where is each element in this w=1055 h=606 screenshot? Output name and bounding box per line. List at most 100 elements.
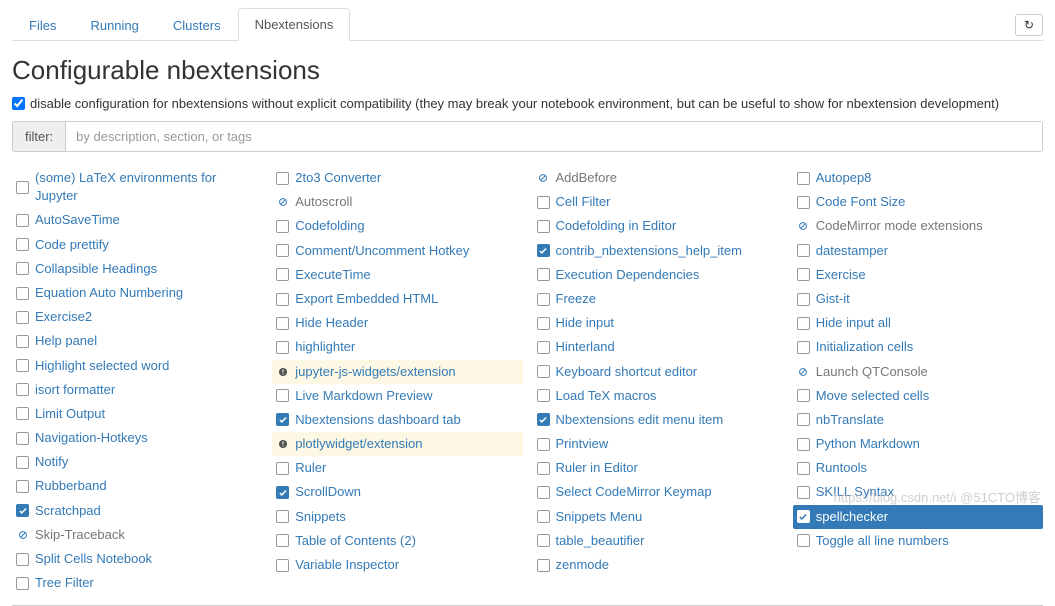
extension-item[interactable]: Hinterland bbox=[533, 335, 783, 359]
extension-item[interactable]: highlighter bbox=[272, 335, 522, 359]
extension-item[interactable]: Runtools bbox=[793, 456, 1043, 480]
extension-item[interactable]: zenmode bbox=[533, 553, 783, 577]
extension-item[interactable]: contrib_nbextensions_help_item bbox=[533, 239, 783, 263]
tab-running[interactable]: Running bbox=[73, 9, 155, 41]
checkbox-empty-icon bbox=[276, 559, 289, 572]
extension-label: highlighter bbox=[295, 338, 355, 356]
extension-label: Snippets Menu bbox=[556, 508, 643, 526]
extension-item[interactable]: ScrollDown bbox=[272, 480, 522, 504]
extension-item[interactable]: Nbextensions dashboard tab bbox=[272, 408, 522, 432]
extension-item[interactable]: Codefolding in Editor bbox=[533, 214, 783, 238]
extension-item[interactable]: Ruler bbox=[272, 456, 522, 480]
extension-item[interactable]: Snippets bbox=[272, 505, 522, 529]
extension-item[interactable]: datestamper bbox=[793, 239, 1043, 263]
extension-item[interactable]: Select CodeMirror Keymap bbox=[533, 480, 783, 504]
extension-item[interactable]: Nbextensions edit menu item bbox=[533, 408, 783, 432]
extension-item[interactable]: AddBefore bbox=[533, 166, 783, 190]
extension-item[interactable]: Snippets Menu bbox=[533, 505, 783, 529]
extension-label: Navigation-Hotkeys bbox=[35, 429, 148, 447]
tab-nbextensions[interactable]: Nbextensions bbox=[238, 8, 351, 41]
checkbox-checked-icon bbox=[276, 486, 289, 499]
extension-item[interactable]: Python Markdown bbox=[793, 432, 1043, 456]
extension-item[interactable]: spellchecker bbox=[793, 505, 1043, 529]
extension-item[interactable]: ExecuteTime bbox=[272, 263, 522, 287]
extension-item[interactable]: Autopep8 bbox=[793, 166, 1043, 190]
extension-item[interactable]: 2to3 Converter bbox=[272, 166, 522, 190]
extension-label: Cell Filter bbox=[556, 193, 611, 211]
extension-item[interactable]: jupyter-js-widgets/extension bbox=[272, 360, 522, 384]
extension-item[interactable]: Live Markdown Preview bbox=[272, 384, 522, 408]
extension-item[interactable]: Rubberband bbox=[12, 474, 262, 498]
checkbox-empty-icon bbox=[16, 383, 29, 396]
extension-item[interactable]: AutoSaveTime bbox=[12, 208, 262, 232]
extension-item[interactable]: Scratchpad bbox=[12, 499, 262, 523]
extension-item[interactable]: (some) LaTeX environments for Jupyter bbox=[12, 166, 262, 208]
extension-item[interactable]: Ruler in Editor bbox=[533, 456, 783, 480]
tab-files[interactable]: Files bbox=[12, 9, 73, 41]
extension-item[interactable]: Variable Inspector bbox=[272, 553, 522, 577]
extension-label: Variable Inspector bbox=[295, 556, 399, 574]
extension-label: Tree Filter bbox=[35, 574, 94, 592]
checkbox-empty-icon bbox=[276, 220, 289, 233]
extension-item[interactable]: Freeze bbox=[533, 287, 783, 311]
extension-label: isort formatter bbox=[35, 381, 115, 399]
extension-item[interactable]: SKILL Syntax bbox=[793, 480, 1043, 504]
extension-item[interactable]: Printview bbox=[533, 432, 783, 456]
extension-item[interactable]: plotlywidget/extension bbox=[272, 432, 522, 456]
extension-item[interactable]: table_beautifier bbox=[533, 529, 783, 553]
extension-item[interactable]: Help panel bbox=[12, 329, 262, 353]
extension-item[interactable]: CodeMirror mode extensions bbox=[793, 214, 1043, 238]
extension-column: (some) LaTeX environments for Jupyter Aut… bbox=[12, 166, 262, 595]
extension-item[interactable]: Load TeX macros bbox=[533, 384, 783, 408]
refresh-button[interactable]: ↻ bbox=[1015, 14, 1043, 36]
filter-input[interactable] bbox=[66, 122, 1042, 151]
extension-item[interactable]: Tree Filter bbox=[12, 571, 262, 595]
extension-label: Equation Auto Numbering bbox=[35, 284, 183, 302]
extension-item[interactable]: Toggle all line numbers bbox=[793, 529, 1043, 553]
extension-item[interactable]: Exercise2 bbox=[12, 305, 262, 329]
checkbox-empty-icon bbox=[16, 480, 29, 493]
extension-item[interactable]: Skip-Traceback bbox=[12, 523, 262, 547]
extension-item[interactable]: Export Embedded HTML bbox=[272, 287, 522, 311]
compat-label: disable configuration for nbextensions w… bbox=[30, 96, 999, 111]
extension-label: plotlywidget/extension bbox=[295, 435, 422, 453]
extension-item[interactable]: Code prettify bbox=[12, 233, 262, 257]
extension-item[interactable]: Equation Auto Numbering bbox=[12, 281, 262, 305]
extension-item[interactable]: Comment/Uncomment Hotkey bbox=[272, 239, 522, 263]
tab-clusters[interactable]: Clusters bbox=[156, 9, 238, 41]
extension-item[interactable]: Hide input bbox=[533, 311, 783, 335]
extension-item[interactable]: Launch QTConsole bbox=[793, 360, 1043, 384]
extension-item[interactable]: Initialization cells bbox=[793, 335, 1043, 359]
extension-item[interactable]: Execution Dependencies bbox=[533, 263, 783, 287]
extension-item[interactable]: Hide input all bbox=[793, 311, 1043, 335]
warning-icon bbox=[276, 365, 289, 378]
extension-label: AutoSaveTime bbox=[35, 211, 120, 229]
extension-item[interactable]: Limit Output bbox=[12, 402, 262, 426]
extension-item[interactable]: Navigation-Hotkeys bbox=[12, 426, 262, 450]
extension-item[interactable]: Highlight selected word bbox=[12, 354, 262, 378]
extension-item[interactable]: Exercise bbox=[793, 263, 1043, 287]
extension-item[interactable]: Code Font Size bbox=[793, 190, 1043, 214]
checkbox-empty-icon bbox=[537, 365, 550, 378]
extension-label: Code prettify bbox=[35, 236, 109, 254]
extension-item[interactable]: Cell Filter bbox=[533, 190, 783, 214]
extension-column: Autopep8Code Font SizeCodeMirror mode ex… bbox=[793, 166, 1043, 595]
compat-checkbox[interactable] bbox=[12, 97, 25, 110]
extension-item[interactable]: Table of Contents (2) bbox=[272, 529, 522, 553]
extension-item[interactable]: nbTranslate bbox=[793, 408, 1043, 432]
extension-item[interactable]: Codefolding bbox=[272, 214, 522, 238]
extension-item[interactable]: Move selected cells bbox=[793, 384, 1043, 408]
extension-item[interactable]: Notify bbox=[12, 450, 262, 474]
extension-label: Table of Contents (2) bbox=[295, 532, 416, 550]
filter-bar: filter: bbox=[12, 121, 1043, 152]
extension-item[interactable]: Split Cells Notebook bbox=[12, 547, 262, 571]
extension-label: Load TeX macros bbox=[556, 387, 657, 405]
extension-item[interactable]: Hide Header bbox=[272, 311, 522, 335]
extension-item[interactable]: Collapsible Headings bbox=[12, 257, 262, 281]
checkbox-empty-icon bbox=[276, 293, 289, 306]
extension-item[interactable]: isort formatter bbox=[12, 378, 262, 402]
extension-item[interactable]: Gist-it bbox=[793, 287, 1043, 311]
extension-item[interactable]: Keyboard shortcut editor bbox=[533, 360, 783, 384]
extension-item[interactable]: Autoscroll bbox=[272, 190, 522, 214]
extension-label: Ruler bbox=[295, 459, 326, 477]
